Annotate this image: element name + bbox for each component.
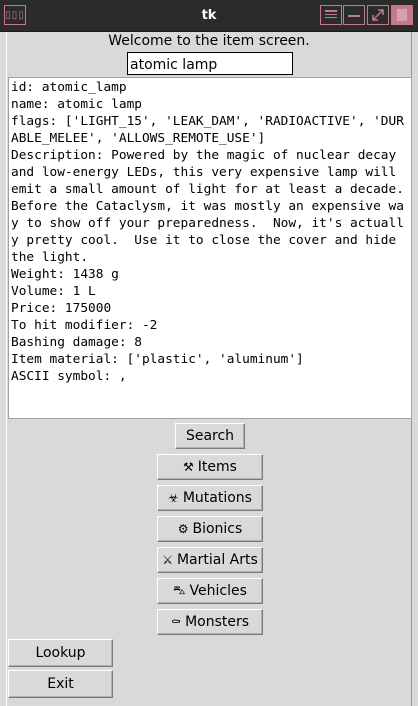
gear-icon: ⚙	[177, 522, 189, 536]
close-icon[interactable]	[391, 5, 413, 25]
search-button-label: Search	[185, 428, 235, 444]
detail-line: Description: Powered by the magic of nuc…	[11, 148, 404, 265]
monsters-button-label: Monsters	[185, 614, 250, 630]
biohazard-icon: ☣	[168, 491, 179, 505]
detail-line: Price: 175000	[11, 301, 112, 316]
detail-line: Volume: 1 L	[11, 284, 96, 299]
lookup-button-label: Lookup	[35, 645, 86, 661]
martial-arts-button[interactable]: ⚔ Martial Arts	[157, 547, 263, 573]
mutations-button[interactable]: ☣ Mutations	[157, 485, 263, 511]
maximize-icon[interactable]	[367, 5, 389, 25]
window-content: Welcome to the item screen. id: atomic_l…	[6, 32, 412, 706]
hammer-pick-icon: ⚒	[183, 460, 194, 474]
shade-icon[interactable]	[320, 5, 342, 25]
item-details-text[interactable]: id: atomic_lamp name: atomic lamp flags: […	[8, 77, 412, 419]
martial-arts-button-label: Martial Arts	[176, 552, 258, 568]
vehicles-button[interactable]: ⛍ Vehicles	[157, 578, 263, 604]
minimize-icon[interactable]	[343, 5, 365, 25]
detail-line: name: atomic lamp	[11, 97, 142, 112]
crossed-swords-icon: ⚔	[162, 553, 173, 567]
mutations-button-label: Mutations	[182, 490, 252, 506]
items-button[interactable]: ⚒ Items	[157, 454, 263, 480]
detail-line: Weight: 1438 g	[11, 267, 119, 282]
detail-line: Bashing damage: 8	[11, 335, 142, 350]
detail-line: ASCII symbol: ,	[11, 369, 127, 384]
exit-button-label: Exit	[47, 676, 74, 692]
detail-line: To hit modifier: -2	[11, 318, 158, 333]
truck-icon: ⛍	[173, 583, 186, 597]
items-button-label: Items	[197, 459, 237, 475]
search-button[interactable]: Search	[175, 423, 245, 449]
lookup-button[interactable]: Lookup	[8, 639, 113, 667]
title-bar: ▯▯▯ tk	[0, 0, 418, 32]
bionics-button[interactable]: ⚙ Bionics	[157, 516, 263, 542]
search-input[interactable]	[127, 52, 293, 75]
coffin-icon: ⚰	[170, 615, 182, 629]
detail-line: Item material: ['plastic', 'aluminum']	[11, 352, 304, 367]
bionics-button-label: Bionics	[192, 521, 243, 537]
exit-button[interactable]: Exit	[8, 670, 113, 698]
welcome-label: Welcome to the item screen.	[108, 33, 310, 49]
detail-line: id: atomic_lamp	[11, 80, 127, 95]
monsters-button[interactable]: ⚰ Monsters	[157, 609, 263, 635]
vehicles-button-label: Vehicles	[189, 583, 247, 599]
detail-line: flags: ['LIGHT_15', 'LEAK_DAM', 'RADIOAC…	[11, 114, 404, 146]
